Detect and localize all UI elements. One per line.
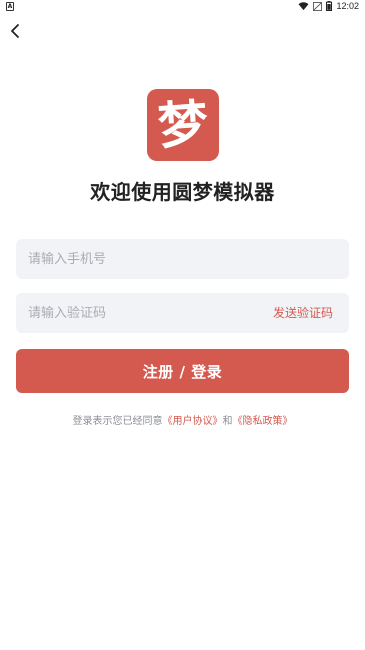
code-input[interactable] — [28, 293, 248, 333]
login-screen: A 12:02 梦 欢迎使用圆梦模拟器 发送 — [0, 0, 365, 650]
send-code-button[interactable]: 发送验证码 — [273, 293, 333, 333]
battery-icon — [326, 1, 333, 11]
status-bar: A 12:02 — [0, 0, 365, 14]
phone-input[interactable] — [28, 239, 248, 279]
agreement-prefix: 登录表示您已经同意 — [72, 416, 163, 427]
page-title: 欢迎使用圆梦模拟器 — [90, 180, 275, 204]
privacy-policy-link[interactable]: 《隐私政策》 — [233, 416, 293, 427]
agreement-text: 登录表示您已经同意《用户协议》和《隐私政策》 — [0, 412, 365, 427]
logo-char: 梦 — [155, 93, 210, 156]
register-login-button[interactable]: 注册 / 登录 — [16, 349, 349, 393]
agreement-conjunction: 和 — [222, 416, 233, 427]
chevron-left-icon — [11, 24, 19, 38]
notification-icon: A — [6, 2, 14, 11]
app-logo: 梦 — [147, 89, 219, 161]
wifi-icon — [299, 1, 309, 10]
status-icons: 12:02 — [298, 1, 359, 11]
status-time: 12:02 — [336, 1, 359, 11]
signal-icon — [313, 1, 323, 11]
user-agreement-link[interactable]: 《用户协议》 — [163, 416, 223, 427]
code-field: 发送验证码 — [16, 293, 349, 333]
phone-field — [16, 239, 349, 279]
back-button[interactable] — [4, 20, 26, 42]
